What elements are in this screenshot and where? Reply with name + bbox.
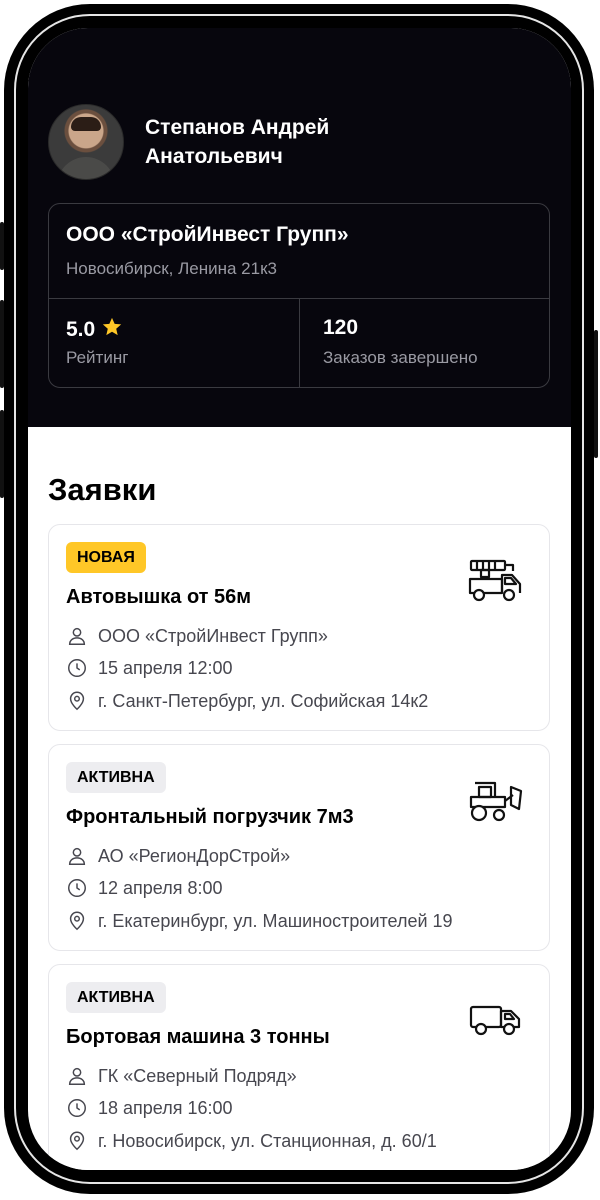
orders-count: 120 (323, 316, 359, 339)
address-row: г. Санкт-Петербург, ул. Софийская 14к2 (66, 689, 428, 713)
location-pin-icon (69, 911, 85, 931)
divider (299, 298, 300, 387)
avatar[interactable] (48, 104, 124, 180)
order-card[interactable]: АКТИВНА Бортовая машина 3 тонны ГК «Севе… (48, 964, 550, 1170)
profile-header: Степанов Андрей Анатольевич ООО «СтройИн… (28, 28, 571, 427)
company-name: ООО «СтройИнвест Групп» (66, 223, 349, 246)
date-row: 18 апреля 16:00 (66, 1096, 233, 1120)
user-icon (68, 627, 86, 645)
clock-icon (68, 879, 86, 897)
status-badge: НОВАЯ (66, 542, 146, 573)
orders-label: Заказов завершено (323, 348, 478, 367)
side-button (0, 222, 4, 270)
customer-row: ГК «Северный Подряд» (66, 1064, 297, 1088)
rating-label: Рейтинг (66, 348, 129, 367)
location-pin-icon (69, 691, 85, 711)
order-address: г. Санкт-Петербург, ул. Софийская 14к2 (98, 690, 429, 711)
order-date: 18 апреля 16:00 (98, 1097, 233, 1118)
company-address: Новосибирск, Ленина 21к3 (66, 259, 277, 278)
user-name: Степанов Андрей Анатольевич (145, 116, 330, 168)
date-row: 15 апреля 12:00 (66, 656, 233, 680)
order-card[interactable]: АКТИВНА Фронтальный погрузчик 7м3 АО «Ре… (48, 744, 550, 951)
customer-name: ГК «Северный Подряд» (98, 1065, 297, 1086)
company-card[interactable]: ООО «СтройИнвест Групп» Новосибирск, Лен… (48, 203, 550, 388)
address-row: г. Новосибирск, ул. Станционная, д. 60/1 (66, 1129, 437, 1153)
side-button (0, 300, 4, 388)
date-row: 12 апреля 8:00 (66, 876, 223, 900)
status-badge: АКТИВНА (66, 982, 166, 1013)
order-address: г. Екатеринбург, ул. Машиностроителей 19 (98, 910, 453, 931)
customer-name: ООО «СтройИнвест Групп» (98, 625, 328, 646)
order-title: Бортовая машина 3 тонны (66, 1026, 330, 1048)
customer-row: ООО «СтройИнвест Групп» (66, 624, 328, 648)
order-card[interactable]: НОВАЯ Автовышка от 56м ООО «СтройИнвест … (48, 524, 550, 731)
order-address: г. Новосибирск, ул. Станционная, д. 60/1 (98, 1130, 437, 1151)
front-loader-icon (469, 781, 523, 822)
section-title: Заявки (48, 472, 157, 507)
user-icon (68, 1067, 86, 1085)
side-button (0, 410, 4, 498)
user-icon (68, 847, 86, 865)
customer-name: АО «РегионДорСтрой» (98, 845, 291, 866)
status-badge: АКТИВНА (66, 762, 166, 793)
order-title: Фронтальный погрузчик 7м3 (66, 806, 354, 828)
customer-row: АО «РегионДорСтрой» (66, 844, 290, 868)
side-button (594, 330, 598, 458)
aerial-lift-truck-icon (468, 559, 522, 602)
order-date: 15 апреля 12:00 (98, 657, 233, 678)
address-row: г. Екатеринбург, ул. Машиностроителей 19 (66, 909, 453, 933)
rating-stat: 5.0 (66, 316, 123, 342)
rating-value: 5.0 (66, 318, 96, 341)
star-icon (103, 317, 122, 336)
location-pin-icon (69, 1131, 85, 1151)
clock-icon (68, 1099, 86, 1117)
flatbed-truck-icon (469, 1005, 521, 1036)
app-screen: Степанов Андрей Анатольевич ООО «СтройИн… (28, 28, 571, 1170)
clock-icon (68, 659, 86, 677)
order-date: 12 апреля 8:00 (98, 877, 223, 898)
order-title: Автовышка от 56м (66, 586, 252, 608)
